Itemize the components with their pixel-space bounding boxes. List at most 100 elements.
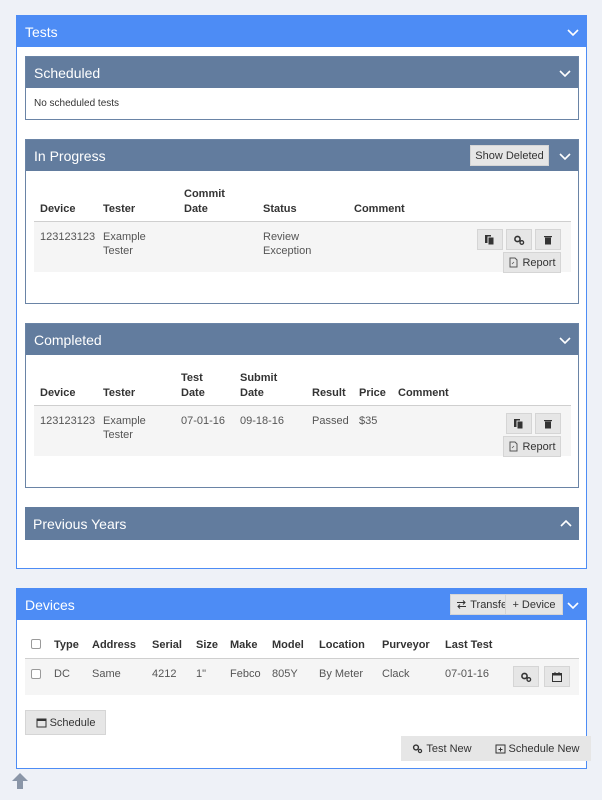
report-button[interactable]: Report [503,252,561,273]
completed-title: Completed [34,331,102,348]
gears-icon [521,672,532,682]
row-tester-line1: Example [103,231,146,243]
row-device: 123123123 [40,231,96,243]
col-location: Location [319,639,365,651]
col-type: Type [54,639,79,651]
col-submit-date-line2: Date [240,387,264,399]
chevron-down-icon[interactable] [566,598,580,612]
pdf-file-icon [509,441,518,452]
copy-button[interactable] [477,229,503,250]
scroll-top-arrow-icon[interactable] [10,771,30,791]
col-address: Address [92,639,137,651]
scheduled-panel-header[interactable]: Scheduled [26,57,578,88]
row-make: Febco [230,668,261,680]
col-serial: Serial [152,639,182,651]
delete-button[interactable] [535,413,561,434]
row-checkbox[interactable] [31,669,41,679]
col-submit-date-line1: Submit [240,372,278,384]
trash-icon [544,235,552,244]
col-test-date-line2: Date [181,387,205,399]
row-tester-line2: Tester [103,429,133,441]
col-make: Make [230,639,258,651]
exchange-icon [457,600,467,609]
copy-button[interactable] [506,413,532,434]
row-last-test: 07-01-16 [445,668,490,680]
tests-panel-title: Tests [25,23,58,40]
tests-panel-header[interactable]: Tests [17,16,586,47]
previous-years-panel-header[interactable]: Previous Years [25,507,579,540]
chevron-down-icon[interactable] [558,149,572,163]
chevron-up-icon[interactable] [559,517,573,531]
row-test-date: 07-01-16 [181,415,226,427]
copy-icon [485,234,495,245]
completed-panel: Completed Device Tester Test Date Submit… [25,323,579,488]
row-serial: 4212 [152,668,177,680]
report-button[interactable]: Report [503,436,561,457]
col-test-date-line1: Test [181,372,203,384]
col-purveyor: Purveyor [382,639,430,651]
no-scheduled-tests-text: No scheduled tests [34,98,120,109]
col-price: Price [359,387,386,399]
col-model: Model [272,639,304,651]
row-submit-date: 09-18-16 [240,415,285,427]
scheduled-panel: Scheduled No scheduled tests [25,56,579,120]
col-size: Size [196,639,219,651]
col-tester: Tester [103,387,136,399]
row-tester-line2: Tester [103,245,133,257]
device-settings-button[interactable] [513,666,539,687]
calendar-plus-icon [495,744,506,754]
row-tester-line1: Example [103,415,146,427]
schedule-new-label: Schedule New [508,742,580,755]
devices-panel: Devices Transfer + Device Type Address S… [16,588,591,769]
calendar-icon [36,718,47,728]
devices-panel-title: Devices [25,596,75,613]
in-progress-panel: In Progress Show Deleted Device Tester C… [25,139,579,304]
gears-icon [514,235,525,245]
col-commit-date-line1: Commit [184,188,225,200]
devices-panel-header[interactable]: Devices Transfer + Device [17,589,586,620]
col-comment: Comment [398,387,449,399]
col-result: Result [312,387,346,399]
add-device-button[interactable]: + Device [505,594,563,615]
col-commit-date-line2: Date [184,203,208,215]
test-new-button[interactable]: Test New [401,736,483,761]
row-result: Passed [312,415,349,427]
device-schedule-button[interactable] [544,666,570,687]
schedule-new-button[interactable]: Schedule New [483,736,591,761]
delete-button[interactable] [535,229,561,250]
schedule-label: Schedule [49,716,96,729]
schedule-button[interactable]: Schedule [25,710,106,735]
col-comment: Comment [354,203,405,215]
row-model: 805Y [272,668,298,680]
chevron-down-icon[interactable] [566,25,580,39]
row-price: $35 [359,415,378,427]
pdf-file-icon [509,257,518,268]
chevron-down-icon[interactable] [558,333,572,347]
previous-years-panel: Previous Years [25,507,579,540]
col-last-test: Last Test [445,639,493,651]
col-device: Device [40,203,76,215]
col-device: Device [40,387,76,399]
in-progress-panel-header[interactable]: In Progress Show Deleted [26,140,578,171]
select-all-checkbox[interactable] [31,639,41,649]
row-location: By Meter [319,668,364,680]
settings-button[interactable] [506,229,532,250]
row-device: 123123123 [40,415,96,427]
gears-icon [413,744,423,754]
row-type: DC [54,668,70,680]
col-tester: Tester [103,203,136,215]
calendar-icon [552,671,562,682]
row-status-line1: Review [263,231,300,243]
previous-years-title: Previous Years [33,515,127,532]
row-purveyor: Clack [382,668,410,680]
completed-panel-header[interactable]: Completed [26,324,578,355]
show-deleted-button[interactable]: Show Deleted [470,145,549,166]
scheduled-title: Scheduled [34,64,101,81]
report-label: Report [522,440,556,453]
chevron-down-icon[interactable] [558,66,572,80]
row-size: 1" [196,668,207,680]
col-status: Status [263,203,297,215]
test-new-label: Test New [426,742,472,755]
report-label: Report [522,256,556,269]
tests-panel: Tests Scheduled No scheduled tests In Pr… [16,15,587,569]
